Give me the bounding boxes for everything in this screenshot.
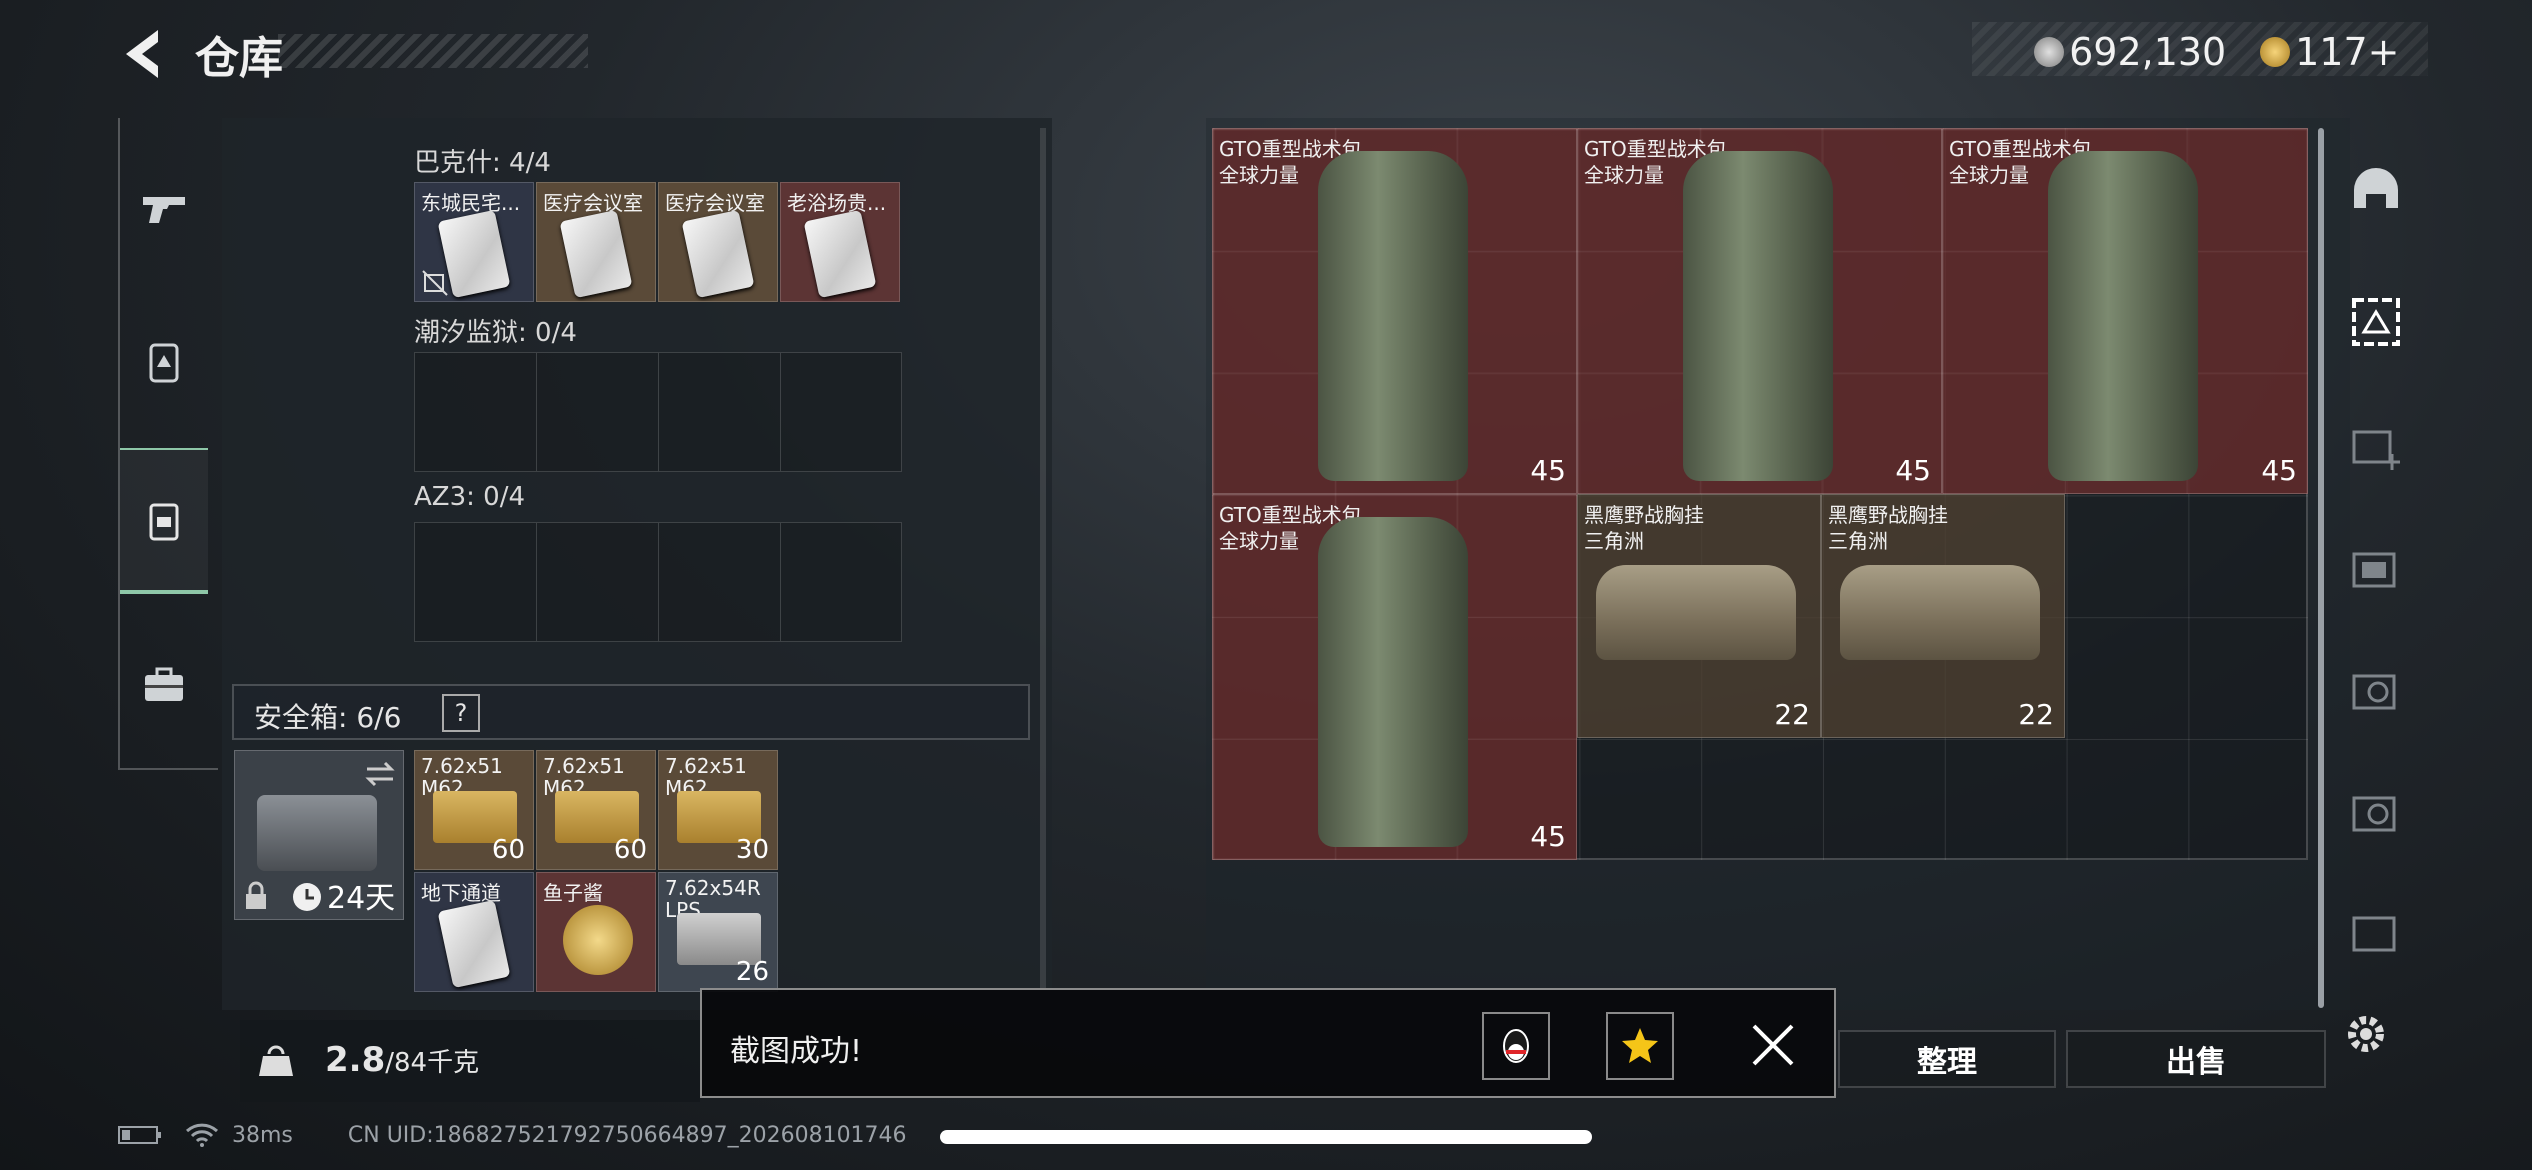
- ping-readout: 38ms: [232, 1122, 293, 1148]
- status-bar: 38ms CN UID:1868275217927506648​97_20260…: [118, 1122, 907, 1148]
- safebox-help-button[interactable]: ?: [442, 694, 480, 732]
- qq-share-button[interactable]: [1482, 1012, 1550, 1080]
- lock-icon: [246, 881, 266, 909]
- keycard-section-label: AZ3: 0/4: [414, 482, 526, 512]
- keycard-empty-row[interactable]: [414, 352, 902, 472]
- back-button[interactable]: [118, 24, 168, 84]
- safebox-image: [257, 795, 377, 871]
- current-weight: 2.8: [325, 1040, 386, 1080]
- close-icon[interactable]: [1750, 1022, 1796, 1068]
- stash-page-v-icon[interactable]: [2346, 662, 2406, 722]
- tab-divider-bottom: [118, 768, 218, 770]
- pistol-icon: [143, 197, 185, 223]
- backpack-image: [1318, 517, 1468, 847]
- tab-weapons[interactable]: [120, 138, 208, 278]
- swap-icon[interactable]: [363, 759, 397, 789]
- safebox-item[interactable]: 7.62x51 M62 60: [414, 750, 534, 870]
- chest-rig-image: [1596, 565, 1796, 660]
- left-scrollbar[interactable]: [1040, 128, 1046, 988]
- coin-icon: [2034, 37, 2064, 67]
- caviar-tin-image: [563, 905, 633, 975]
- stash-page-sidebar: [2322, 128, 2430, 1008]
- keycard-image: [437, 899, 511, 989]
- max-weight: /84千克: [385, 1048, 480, 1078]
- helmet-icon[interactable]: [2346, 160, 2406, 220]
- keycard-section-label: 巴克什: 4/4: [414, 148, 551, 178]
- stash-page-icon-active[interactable]: [2346, 292, 2406, 352]
- premium-coin-icon: [2260, 37, 2290, 67]
- home-indicator[interactable]: [940, 1130, 1592, 1144]
- storage-item[interactable]: GTO重型战术包 全球力量 45: [1577, 128, 1942, 494]
- backpack-icon: [149, 503, 179, 541]
- stash-add-icon[interactable]: [2346, 418, 2406, 478]
- weight-readout: 2.8/84千克: [325, 1040, 479, 1080]
- sort-button[interactable]: 整理: [1838, 1030, 2056, 1088]
- tab-briefcase[interactable]: [120, 614, 208, 754]
- keycard-section-label: 潮汐监狱: 0/4: [414, 318, 577, 348]
- qzone-share-icon: [1622, 1028, 1658, 1063]
- wifi-icon: [185, 1123, 219, 1147]
- storage-item[interactable]: GTO重型战术包 全球力量 45: [1212, 494, 1577, 860]
- kettlebell-icon: [259, 1045, 293, 1076]
- safebox-item[interactable]: 地下通道: [414, 872, 534, 992]
- qzone-share-button[interactable]: [1606, 1012, 1674, 1080]
- backpack-image: [2048, 151, 2198, 481]
- safebox-label: 安全箱: 6/6: [254, 701, 402, 734]
- weight-icon-box: [240, 1020, 312, 1102]
- sell-button[interactable]: 出售: [2066, 1030, 2326, 1088]
- safebox-container[interactable]: 24天: [234, 750, 404, 920]
- safebox-item[interactable]: 7.62x51 M62 60: [536, 750, 656, 870]
- keycard-image: [559, 209, 633, 299]
- keycard-image: [803, 209, 877, 299]
- storage-item[interactable]: GTO重型战术包 全球力量 45: [1942, 128, 2308, 494]
- safebox-grid: 7.62x51 M62 60 7.62x51 M62 60 7.62x51 M62 3…: [414, 750, 782, 996]
- premium-balance: 117: [2295, 30, 2368, 74]
- briefcase-icon: [145, 667, 183, 701]
- currency-bar: 692,130 117+: [1972, 22, 2428, 76]
- clock-icon: [293, 883, 321, 911]
- coin-balance: 692,130: [2069, 30, 2227, 74]
- page-title: 仓库: [195, 33, 283, 84]
- storage-item[interactable]: 黑鹰野战胸挂 三角洲 22: [1577, 494, 1821, 738]
- premium-currency[interactable]: 117+: [2260, 30, 2399, 74]
- backpack-image: [1683, 151, 1833, 481]
- stash-page-iv-icon[interactable]: [2346, 784, 2406, 844]
- tab-backpack[interactable]: [120, 448, 208, 594]
- safebox-item[interactable]: 7.62x54R LPS 26: [658, 872, 778, 992]
- keycard-slot[interactable]: 医疗会议室: [658, 182, 778, 302]
- storage-item[interactable]: 黑鹰野战胸挂 三角洲 22: [1821, 494, 2065, 738]
- stash-page-iv-2-icon[interactable]: [2346, 904, 2406, 964]
- stash-page-2-icon[interactable]: [2346, 540, 2406, 600]
- toast-message: 截图成功!: [730, 1034, 863, 1069]
- keycard-slot[interactable]: 东城民宅...: [414, 182, 534, 302]
- safebox-duration: 24天: [327, 881, 396, 916]
- backpack-image: [1318, 151, 1468, 481]
- keycard-slot[interactable]: 老浴场贵...: [780, 182, 900, 302]
- tab-armor[interactable]: [120, 292, 208, 432]
- keycard-slot[interactable]: 医疗会议室: [536, 182, 656, 302]
- safebox-header: 安全箱: 6/6 ?: [232, 684, 1030, 740]
- no-transfer-icon: [422, 270, 448, 296]
- safebox-item[interactable]: 鱼子酱: [536, 872, 656, 992]
- screenshot-toast: 截图成功!: [700, 988, 1836, 1098]
- settings-gear-icon[interactable]: [2340, 1008, 2392, 1060]
- qq-share-icon: [1503, 1029, 1529, 1063]
- safebox-item[interactable]: 7.62x51 M62 30: [658, 750, 778, 870]
- storage-item[interactable]: GTO重型战术包 全球力量 45: [1212, 128, 1577, 494]
- title-decoration: [278, 34, 588, 68]
- back-arrow-icon: [126, 30, 158, 78]
- chest-rig-image: [1840, 565, 2040, 660]
- armor-icon: [149, 343, 179, 383]
- keycard-empty-row[interactable]: [414, 522, 902, 642]
- uid-readout: CN UID:1868275217927506648​97_2026081017…: [347, 1122, 907, 1148]
- keycard-image: [681, 209, 755, 299]
- battery-icon: [118, 1126, 161, 1144]
- keycard-row: 东城民宅... 医疗会议室 医疗会议室 老浴场贵...: [414, 182, 904, 304]
- add-currency-button[interactable]: +: [2368, 30, 2400, 74]
